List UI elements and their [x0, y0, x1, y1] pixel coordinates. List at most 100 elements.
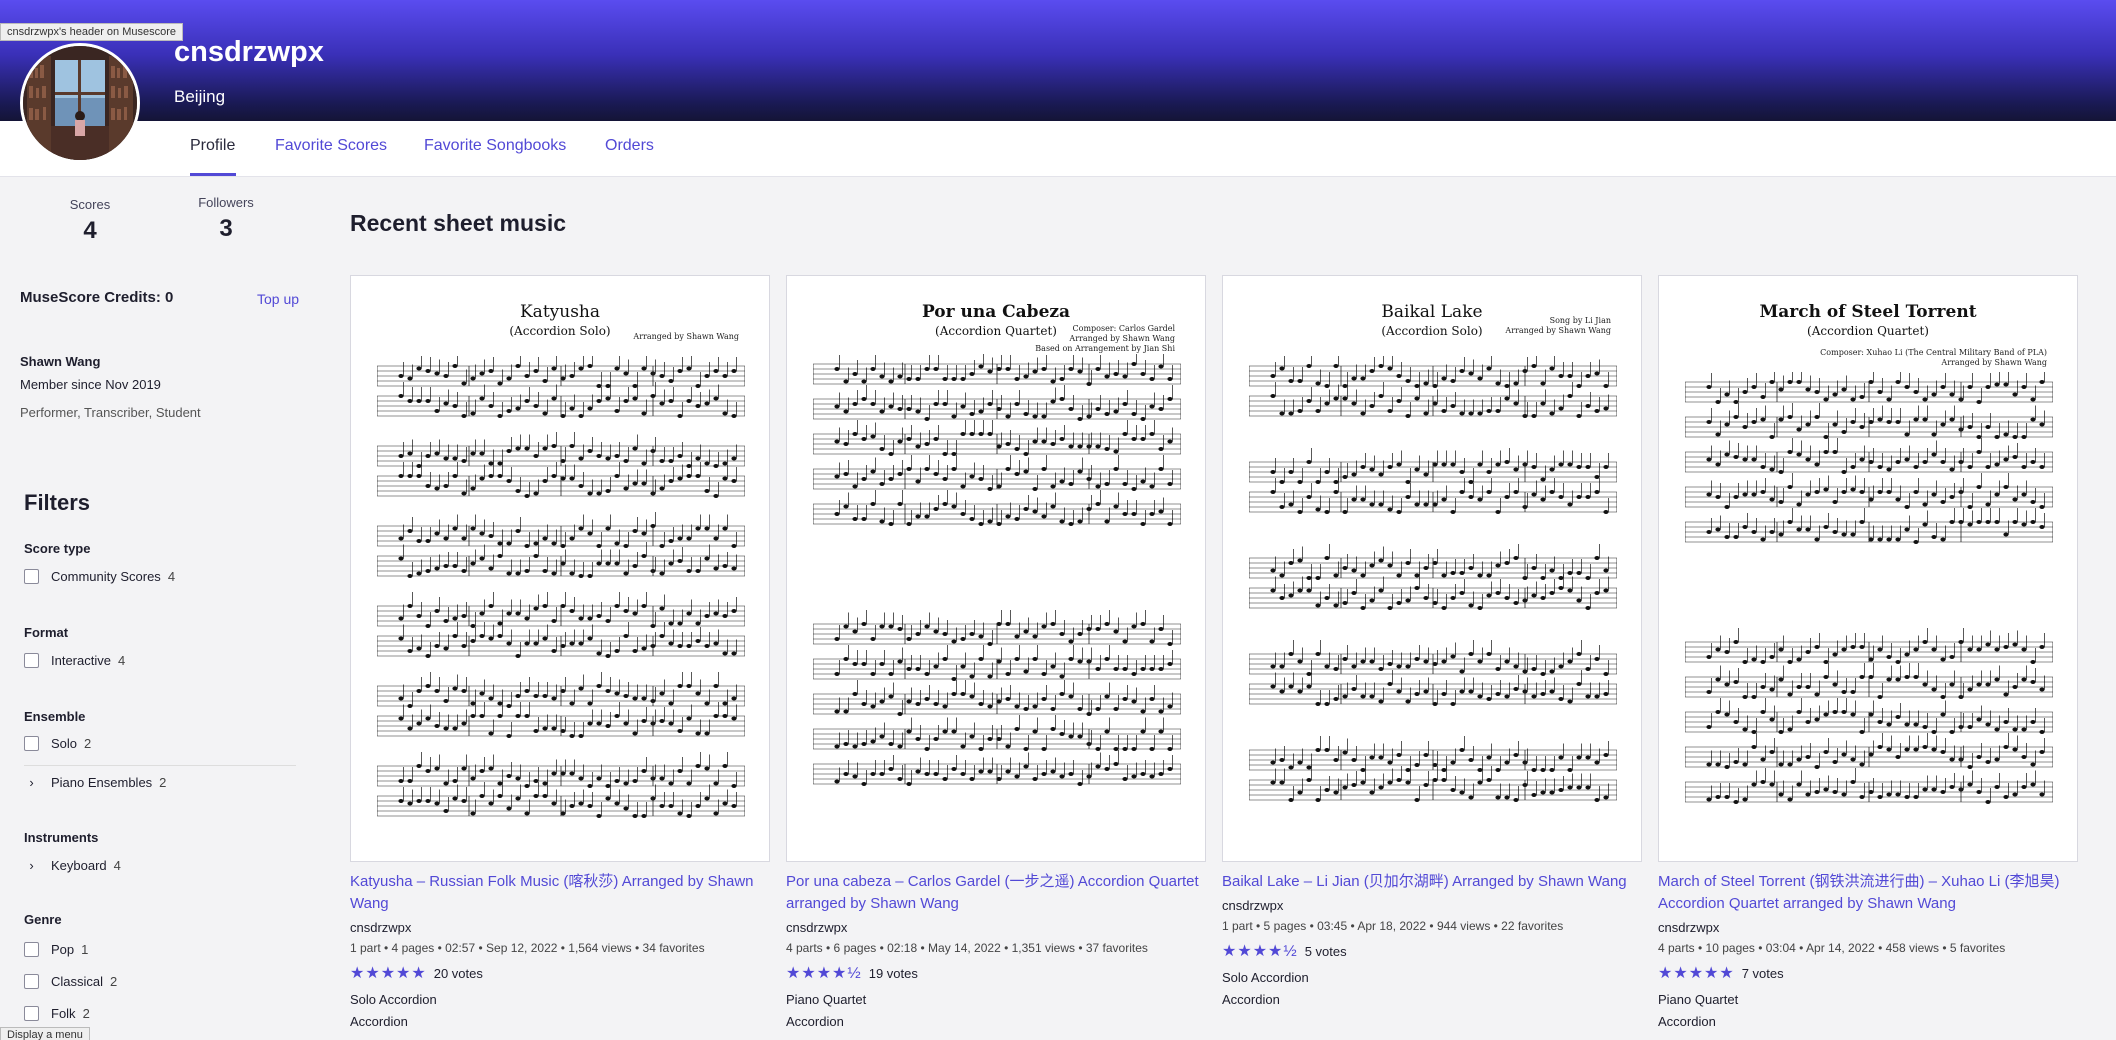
location: Beijing: [174, 87, 226, 106]
filter-label: Keyboard: [51, 858, 107, 873]
filter-count: 2: [159, 775, 167, 790]
score-card[interactable]: Baikal Lake (Accordion Solo) Song by Li …: [1222, 275, 1642, 1007]
filter-community-scores[interactable]: Community Scores 4: [24, 569, 175, 584]
filter-group-instruments: Instruments: [24, 830, 99, 845]
score-thumbnail[interactable]: Katyusha (Accordion Solo) Arranged by Sh…: [350, 275, 770, 862]
sheet-music-staves: [1249, 356, 1617, 802]
recent-sheet-music-heading: Recent sheet music: [350, 210, 567, 236]
followers-stat[interactable]: Followers 3: [186, 195, 266, 243]
filter-label: Piano Ensembles: [51, 775, 153, 790]
filter-folk[interactable]: Folk 2: [24, 1006, 90, 1021]
musescore-credits: MuseScore Credits: 0: [20, 289, 174, 306]
checkbox[interactable]: [24, 653, 39, 668]
filter-solo[interactable]: Solo 2: [24, 736, 91, 751]
filter-group-ensemble: Ensemble: [24, 709, 86, 724]
filter-count: 2: [110, 974, 118, 989]
sheet-credit: Arranged by Shawn Wang: [633, 332, 739, 341]
filter-classical[interactable]: Classical 2: [24, 974, 117, 989]
filter-count: 4: [113, 858, 121, 873]
filter-label: Community Scores: [51, 569, 161, 584]
sheet-music-staves: [377, 356, 745, 818]
filter-label: Folk: [51, 1006, 76, 1021]
filter-group-genre: Genre: [24, 912, 62, 927]
sheet-subtitle: (Accordion Quartet): [1807, 324, 1929, 338]
filter-label: Classical: [51, 974, 104, 989]
scores-stat[interactable]: Scores 4: [60, 197, 120, 245]
sheet-music-staves: [813, 354, 1181, 786]
score-author[interactable]: cnsdrzwpx: [1658, 920, 2078, 935]
checkbox[interactable]: [24, 736, 39, 751]
avatar[interactable]: [20, 43, 140, 163]
checkbox[interactable]: [24, 569, 39, 584]
star-rating-icon: ★★★★★: [350, 965, 427, 982]
score-thumbnail[interactable]: Por una Cabeza (Accordion Quartet) Compo…: [786, 275, 1206, 862]
score-instrument: Accordion: [1658, 1014, 1716, 1029]
score-rating: ★★★★★ 7 votes: [1658, 963, 2078, 983]
score-meta: 4 parts • 10 pages • 03:04 • Apr 14, 202…: [1658, 941, 2006, 955]
filter-count: 4: [117, 653, 126, 668]
filter-count: 2: [84, 736, 92, 751]
score-ensemble: Solo Accordion: [350, 992, 437, 1007]
score-card[interactable]: Por una Cabeza (Accordion Quartet) Compo…: [786, 275, 1206, 1029]
score-author[interactable]: cnsdrzwpx: [350, 920, 770, 935]
star-rating-icon: ★★★★★: [1658, 965, 1735, 982]
score-title-link[interactable]: Katyusha – Russian Folk Music (喀秋莎) Arra…: [350, 871, 770, 915]
filter-count: 4: [167, 569, 176, 584]
profile-header: cnsdrzwpx Beijing: [0, 0, 2116, 121]
top-up-link[interactable]: Top up: [257, 291, 299, 307]
score-ensemble: Solo Accordion: [1222, 970, 1309, 985]
roles: Performer, Transcriber, Student: [20, 405, 201, 420]
tab-profile[interactable]: Profile: [190, 137, 235, 155]
followers-value: 3: [219, 215, 233, 242]
filter-interactive[interactable]: Interactive 4: [24, 653, 125, 668]
filter-label: Pop: [51, 942, 75, 957]
score-instrument: Accordion: [1222, 992, 1280, 1007]
filter-count: 2: [82, 1006, 90, 1021]
checkbox[interactable]: [24, 942, 39, 957]
score-thumbnail[interactable]: Baikal Lake (Accordion Solo) Song by Li …: [1222, 275, 1642, 862]
tab-favorite-scores[interactable]: Favorite Scores: [275, 137, 387, 155]
score-thumbnail[interactable]: March of Steel Torrent (Accordion Quarte…: [1658, 275, 2078, 862]
header-tooltip: cnsdrzwpx's header on Musescore: [0, 23, 184, 41]
sheet-credit: Song by Li Jian Arranged by Shawn Wang: [1505, 316, 1611, 335]
score-card[interactable]: Katyusha (Accordion Solo) Arranged by Sh…: [350, 275, 770, 1029]
checkbox[interactable]: [24, 974, 39, 989]
scores-value: 4: [83, 217, 97, 244]
score-rating: ★★★★½ 5 votes: [1222, 941, 1642, 961]
sheet-music-staves: [1685, 372, 2053, 804]
vote-count: 5 votes: [1304, 943, 1347, 959]
score-card[interactable]: March of Steel Torrent (Accordion Quarte…: [1658, 275, 2078, 1029]
profile-tabs: Profile Favorite Scores Favorite Songboo…: [0, 121, 2116, 177]
vote-count: 20 votes: [433, 965, 483, 981]
score-rating: ★★★★★ 20 votes: [350, 963, 770, 983]
tab-orders[interactable]: Orders: [605, 137, 654, 155]
filter-group-format: Format: [24, 625, 69, 640]
score-author[interactable]: cnsdrzwpx: [786, 920, 1206, 935]
filter-keyboard[interactable]: › Keyboard 4: [24, 858, 121, 873]
score-title-link[interactable]: March of Steel Torrent (钢铁洪流进行曲) – Xuhao…: [1658, 871, 2078, 915]
scores-label: Scores: [69, 197, 111, 212]
chevron-right-icon[interactable]: ›: [24, 775, 39, 790]
tab-favorite-songbooks[interactable]: Favorite Songbooks: [424, 137, 566, 155]
vote-count: 7 votes: [1741, 965, 1784, 981]
vote-count: 19 votes: [868, 965, 918, 981]
checkbox[interactable]: [24, 1006, 39, 1021]
menu-tooltip: Display a menu: [0, 1027, 90, 1040]
chevron-right-icon[interactable]: ›: [24, 858, 39, 873]
avatar-image: [23, 46, 137, 160]
member-since: Member since Nov 2019: [20, 377, 161, 392]
score-instrument: Accordion: [350, 1014, 408, 1029]
star-rating-icon: ★★★★½: [786, 965, 862, 982]
sheet-title: Katyusha: [519, 302, 601, 322]
score-title-link[interactable]: Baikal Lake – Li Jian (贝加尔湖畔) Arranged b…: [1222, 871, 1642, 893]
sheet-credit: Composer: Xuhao Li (The Central Military…: [1820, 348, 2047, 367]
score-ensemble: Piano Quartet: [786, 992, 867, 1007]
score-meta: 1 part • 4 pages • 02:57 • Sep 12, 2022 …: [350, 941, 705, 955]
followers-label: Followers: [198, 195, 254, 210]
filter-pop[interactable]: Pop 1: [24, 942, 88, 957]
score-author[interactable]: cnsdrzwpx: [1222, 898, 1642, 913]
filter-piano-ensembles[interactable]: › Piano Ensembles 2: [24, 775, 166, 790]
score-meta: 1 part • 5 pages • 03:45 • Apr 18, 2022 …: [1222, 919, 1564, 933]
score-title-link[interactable]: Por una cabeza – Carlos Gardel (一步之遥) Ac…: [786, 871, 1206, 915]
filter-count: 1: [81, 942, 89, 957]
